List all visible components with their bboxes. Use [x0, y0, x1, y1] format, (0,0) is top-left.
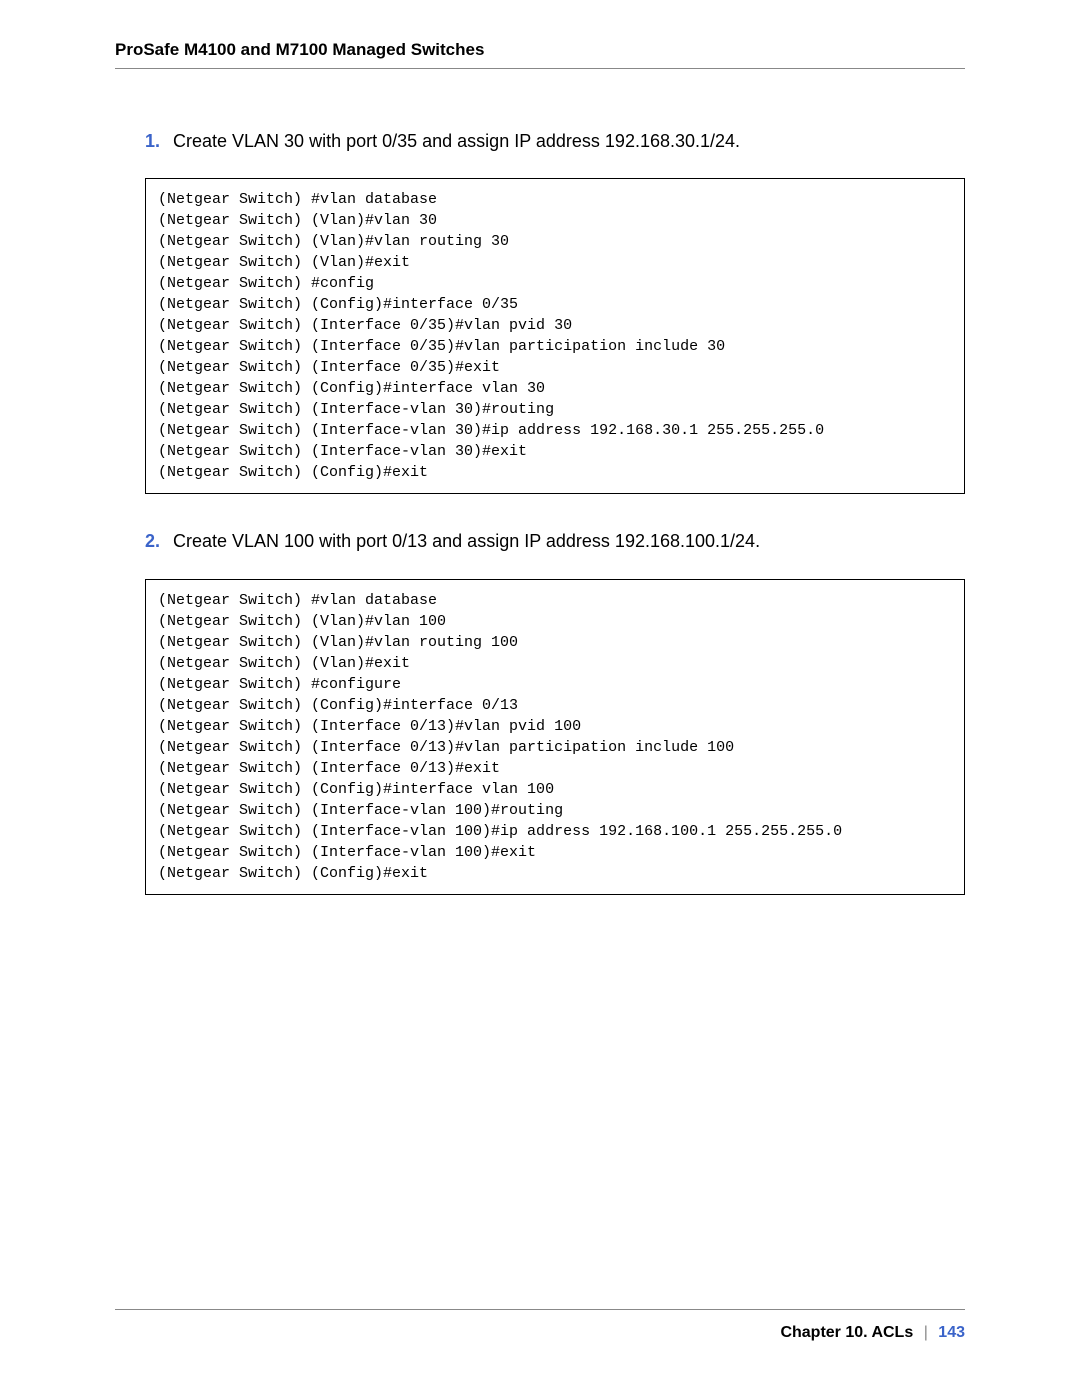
step-number: 1.: [145, 129, 173, 153]
page-container: ProSafe M4100 and M7100 Managed Switches…: [0, 0, 1080, 1397]
step-number: 2.: [145, 529, 173, 553]
step-text: Create VLAN 30 with port 0/35 and assign…: [173, 129, 740, 153]
footer-text: Chapter 10. ACLs | 143: [115, 1324, 965, 1342]
code-block-1: (Netgear Switch) #vlan database (Netgear…: [145, 178, 965, 494]
step-1: 1. Create VLAN 30 with port 0/35 and ass…: [145, 129, 965, 153]
document-header: ProSafe M4100 and M7100 Managed Switches: [115, 40, 965, 69]
step-text: Create VLAN 100 with port 0/13 and assig…: [173, 529, 760, 553]
footer-rule: [115, 1309, 965, 1310]
footer-page-number: 143: [938, 1324, 965, 1341]
footer-separator: |: [918, 1324, 934, 1341]
footer-chapter: Chapter 10. ACLs: [780, 1324, 913, 1341]
step-2: 2. Create VLAN 100 with port 0/13 and as…: [145, 529, 965, 553]
page-content: 1. Create VLAN 30 with port 0/35 and ass…: [115, 69, 965, 895]
page-footer: Chapter 10. ACLs | 143: [115, 1309, 965, 1342]
code-block-2: (Netgear Switch) #vlan database (Netgear…: [145, 579, 965, 895]
